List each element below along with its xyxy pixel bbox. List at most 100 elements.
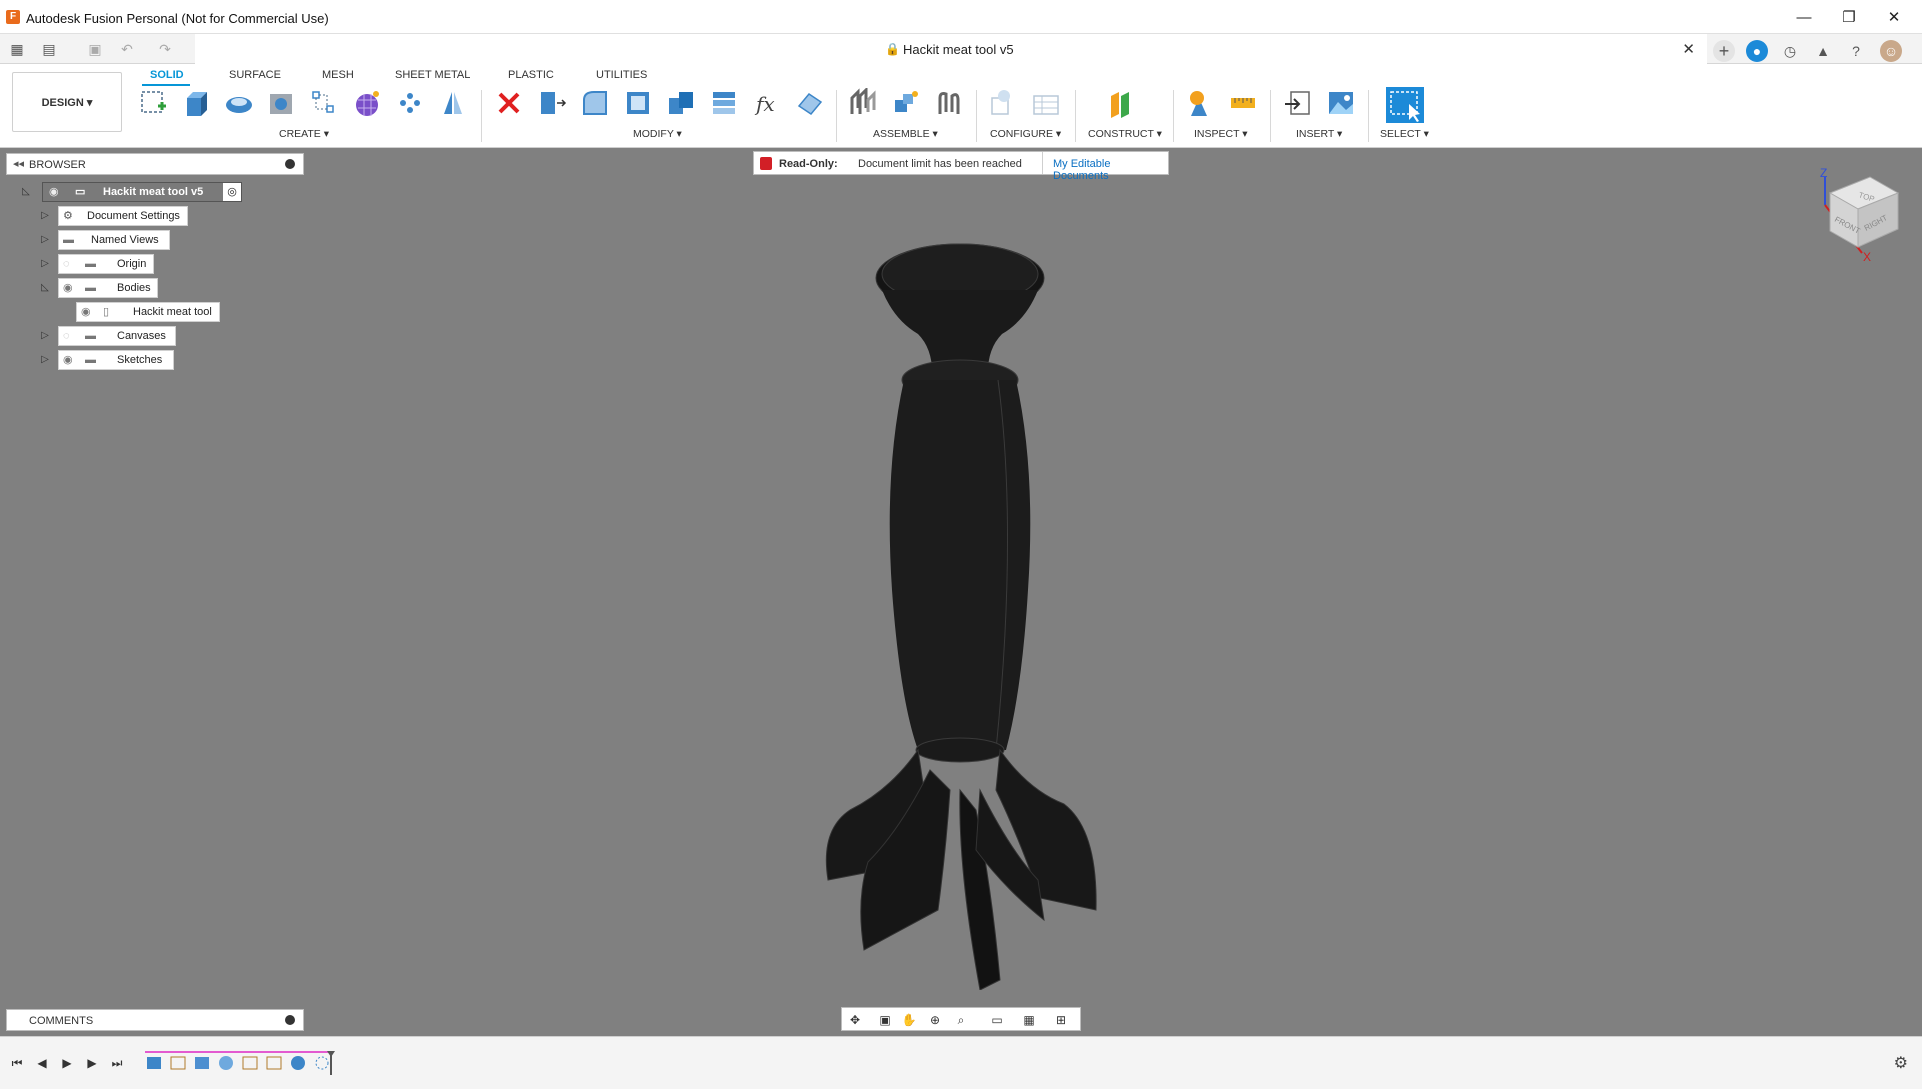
- combine-icon[interactable]: [666, 88, 696, 118]
- browser-node-body[interactable]: ◉ ▯ Hackit meat tool: [76, 302, 220, 322]
- offset-plane-icon[interactable]: [1107, 88, 1137, 118]
- as-built-joint-icon[interactable]: [934, 88, 964, 118]
- go-to-end-icon[interactable]: ⏭: [110, 1055, 124, 1071]
- timeline-settings-gear-icon[interactable]: ⚙: [1894, 1053, 1908, 1073]
- tab-plastic[interactable]: PLASTIC: [508, 69, 554, 81]
- redo-icon[interactable]: ↷: [156, 40, 174, 58]
- apps-grid-icon[interactable]: ▦: [8, 40, 26, 58]
- create-sketch-icon[interactable]: [138, 88, 168, 118]
- job-status-clock-icon[interactable]: ◷: [1779, 40, 1801, 62]
- browser-root-node[interactable]: ◉ ▭ Hackit meat tool v5 ◎: [42, 182, 242, 202]
- expand-triangle-icon[interactable]: ▷: [39, 330, 51, 342]
- play-icon[interactable]: ▶: [60, 1055, 74, 1071]
- visibility-eye-icon[interactable]: ◉: [81, 303, 91, 321]
- help-icon[interactable]: ?: [1845, 40, 1867, 62]
- visibility-eye-icon[interactable]: ◉: [49, 183, 59, 201]
- grid-settings-icon[interactable]: ▦: [1020, 1012, 1038, 1028]
- assemble-group-label[interactable]: ASSEMBLE ▾: [873, 128, 938, 140]
- create-group-label[interactable]: CREATE ▾: [279, 128, 329, 140]
- panel-pin-icon[interactable]: [285, 159, 295, 169]
- expand-triangle-icon[interactable]: ▷: [39, 258, 51, 270]
- user-avatar[interactable]: ☺: [1880, 40, 1902, 62]
- browser-panel-header[interactable]: ◂◂ BROWSER: [6, 153, 304, 175]
- tab-mesh[interactable]: MESH: [322, 69, 354, 81]
- press-pull-icon[interactable]: [537, 88, 567, 118]
- browser-node-sketches[interactable]: ◉ ▬ Sketches: [58, 350, 174, 370]
- expand-triangle-icon[interactable]: ▷: [39, 210, 51, 222]
- minimize-button[interactable]: —: [1782, 6, 1826, 30]
- inspect-group-label[interactable]: INSPECT ▾: [1194, 128, 1248, 140]
- expand-triangle-icon[interactable]: ▷: [39, 354, 51, 366]
- expand-triangle-icon[interactable]: ▷: [39, 234, 51, 246]
- maximize-button[interactable]: ❐: [1827, 6, 1871, 30]
- point-pattern-icon[interactable]: [395, 88, 425, 118]
- parameters-fx-icon[interactable]: fx: [752, 88, 782, 118]
- tab-surface[interactable]: SURFACE: [229, 69, 281, 81]
- tab-sheet-metal[interactable]: SHEET METAL: [395, 69, 470, 81]
- display-settings-icon[interactable]: ▭: [988, 1012, 1006, 1028]
- my-editable-documents-link[interactable]: My Editable Documents: [1042, 152, 1168, 182]
- physical-material-icon[interactable]: [795, 88, 825, 118]
- save-icon[interactable]: ▣: [86, 40, 104, 58]
- interference-icon[interactable]: [1185, 88, 1215, 118]
- activate-radio-icon[interactable]: ◎: [223, 183, 241, 201]
- configure-table-icon[interactable]: [988, 88, 1018, 118]
- collapse-triangle-icon[interactable]: ◺: [20, 186, 32, 198]
- look-at-icon[interactable]: ▣: [876, 1012, 894, 1028]
- new-tab-plus-icon[interactable]: +: [1713, 40, 1735, 62]
- workspace-switcher-button[interactable]: DESIGN ▾: [12, 72, 122, 132]
- notifications-bell-icon[interactable]: ▲: [1812, 40, 1834, 62]
- shell-icon[interactable]: [623, 88, 653, 118]
- step-back-icon[interactable]: ◀: [35, 1055, 49, 1071]
- undo-icon[interactable]: ↶: [118, 40, 136, 58]
- close-tab-icon[interactable]: ✕: [1682, 40, 1695, 58]
- insert-canvas-icon[interactable]: [1326, 88, 1356, 118]
- hole-icon[interactable]: [266, 88, 296, 118]
- offset-face-icon[interactable]: [709, 88, 739, 118]
- file-menu-icon[interactable]: ▤: [40, 40, 58, 58]
- collapse-triangle-icon[interactable]: ◺: [39, 282, 51, 294]
- construct-group-label[interactable]: CONSTRUCT ▾: [1088, 128, 1162, 140]
- configure-rule-icon[interactable]: [1031, 88, 1061, 118]
- new-component-icon[interactable]: [848, 88, 878, 118]
- extensions-icon[interactable]: ●: [1746, 40, 1768, 62]
- joint-icon[interactable]: [891, 88, 921, 118]
- delete-icon[interactable]: [494, 88, 524, 118]
- fit-zoom-icon[interactable]: ⌕: [952, 1012, 970, 1028]
- view-cube[interactable]: Z X TOP FRONT RIGHT: [1810, 165, 1910, 275]
- browser-node-named-views[interactable]: ▬ Named Views: [58, 230, 170, 250]
- tab-utilities[interactable]: UTILITIES: [596, 69, 647, 81]
- viewports-icon[interactable]: ⊞: [1052, 1012, 1070, 1028]
- comments-panel[interactable]: COMMENTS: [6, 1009, 304, 1031]
- zoom-icon[interactable]: ⊕: [926, 1012, 944, 1028]
- visibility-eye-icon[interactable]: ◉: [63, 279, 73, 297]
- browser-node-bodies[interactable]: ◉ ▬ Bodies: [58, 278, 158, 298]
- insert-group-label[interactable]: INSERT ▾: [1296, 128, 1342, 140]
- step-forward-icon[interactable]: ▶: [85, 1055, 99, 1071]
- insert-derive-icon[interactable]: [1283, 88, 1313, 118]
- measure-icon[interactable]: [1228, 88, 1258, 118]
- collapse-panel-icon[interactable]: ◂◂: [13, 157, 24, 170]
- hidden-eye-icon[interactable]: ◌: [63, 255, 70, 273]
- window-select-icon[interactable]: [1385, 86, 1425, 124]
- add-comment-icon[interactable]: [285, 1015, 295, 1025]
- browser-node-canvases[interactable]: ◌ ▬ Canvases: [58, 326, 176, 346]
- fillet-icon[interactable]: [580, 88, 610, 118]
- modify-group-label[interactable]: MODIFY ▾: [633, 128, 682, 140]
- document-tab[interactable]: 🔒 Hackit meat tool v5 ✕: [195, 34, 1707, 64]
- close-window-button[interactable]: ✕: [1872, 6, 1916, 30]
- configure-group-label[interactable]: CONFIGURE ▾: [990, 128, 1061, 140]
- pattern-icon[interactable]: [309, 88, 339, 118]
- viewport-3d-model[interactable]: [800, 230, 1120, 990]
- revolve-icon[interactable]: [224, 88, 254, 118]
- visibility-eye-icon[interactable]: ◉: [63, 351, 73, 369]
- form-icon[interactable]: [352, 88, 382, 118]
- pan-hand-icon[interactable]: ✋: [900, 1012, 918, 1028]
- mirror-icon[interactable]: [438, 88, 468, 118]
- go-to-start-icon[interactable]: ⏮: [10, 1055, 24, 1071]
- tab-solid[interactable]: SOLID: [150, 69, 184, 81]
- extrude-icon[interactable]: [181, 88, 211, 118]
- browser-node-document-settings[interactable]: ⚙ Document Settings: [58, 206, 188, 226]
- select-group-label[interactable]: SELECT ▾: [1380, 128, 1429, 140]
- timeline-track[interactable]: [145, 1051, 335, 1075]
